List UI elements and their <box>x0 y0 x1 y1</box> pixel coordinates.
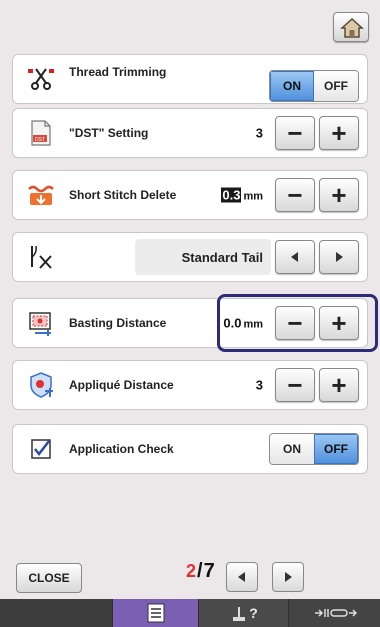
scissors-icon <box>28 68 54 90</box>
previous-option-button[interactable] <box>275 240 315 274</box>
increase-button[interactable]: + <box>319 368 359 402</box>
toggle-off[interactable]: OFF <box>314 434 358 464</box>
increase-button[interactable]: + <box>319 116 359 150</box>
tail-mode-value: Standard Tail <box>181 249 263 265</box>
next-option-button[interactable] <box>319 240 359 274</box>
basting-icon <box>29 312 51 336</box>
page-current: 2 <box>186 561 197 581</box>
setting-row-tail: Standard Tail <box>12 232 368 282</box>
machine-icon <box>233 607 246 621</box>
setting-value: 0.3 mm <box>221 187 263 203</box>
applique-icon <box>30 372 53 398</box>
taskbar-spacer <box>0 599 112 627</box>
selection-highlight <box>217 294 378 352</box>
setting-value: 3 <box>255 377 263 393</box>
setting-value: 3 <box>255 125 263 141</box>
setting-label: Appliqué Distance <box>69 378 174 392</box>
setting-row-short-stitch: Short Stitch Delete 0.3 mm − + <box>12 170 368 220</box>
setting-row-dst: DST "DST" Setting 3 − + <box>12 108 368 158</box>
taskbar-help-tab[interactable]: ? <box>198 599 288 627</box>
setting-row-thread-trimming: Thread Trimming ON OFF <box>12 54 368 104</box>
svg-text:DST: DST <box>35 137 45 143</box>
home-icon <box>340 17 364 38</box>
short-stitch-icon <box>28 185 54 205</box>
setting-row-applique: Appliqué Distance 3 − + <box>12 360 368 410</box>
needle-icon <box>314 609 357 617</box>
decrease-button[interactable]: − <box>275 116 315 150</box>
setting-label: Thread Trimming <box>69 65 167 79</box>
toggle-off[interactable]: OFF <box>314 71 358 101</box>
previous-page-button[interactable] <box>226 562 258 592</box>
application-check-toggle[interactable]: ON OFF <box>269 433 359 465</box>
decrease-button[interactable]: − <box>275 178 315 212</box>
home-button[interactable] <box>333 12 369 42</box>
thread-tail-icon <box>31 245 52 269</box>
taskbar-needle-tab[interactable] <box>288 599 380 627</box>
setting-label: Basting Distance <box>69 316 167 330</box>
toggle-on[interactable]: ON <box>270 434 314 464</box>
checkbox-icon <box>31 439 51 459</box>
right-arrow-icon <box>336 252 343 262</box>
setting-label: "DST" Setting <box>69 126 149 140</box>
dst-file-icon: DST <box>31 120 51 146</box>
left-arrow-icon <box>238 572 245 582</box>
close-button[interactable]: CLOSE <box>16 563 82 593</box>
taskbar-settings-tab[interactable] <box>112 599 198 627</box>
settings-list-icon <box>147 603 164 623</box>
tail-mode-select: Standard Tail <box>135 239 271 275</box>
next-page-button[interactable] <box>272 562 304 592</box>
setting-row-application-check: Application Check ON OFF <box>12 424 368 474</box>
right-arrow-icon <box>285 572 292 582</box>
decrease-button[interactable]: − <box>275 368 315 402</box>
increase-button[interactable]: + <box>319 178 359 212</box>
thread-trimming-toggle[interactable]: ON OFF <box>269 70 359 102</box>
help-icon: ? <box>249 605 258 621</box>
settings-screen: Thread Trimming ON OFF DST "DST" Setting… <box>0 0 380 627</box>
page-indicator: 2 / 7 <box>186 560 215 582</box>
setting-label: Short Stitch Delete <box>69 188 177 202</box>
toggle-on[interactable]: ON <box>270 71 314 101</box>
page-total: 7 <box>203 560 215 582</box>
setting-label: Application Check <box>69 442 174 456</box>
bottom-taskbar: ? <box>0 599 380 627</box>
left-arrow-icon <box>291 252 298 262</box>
